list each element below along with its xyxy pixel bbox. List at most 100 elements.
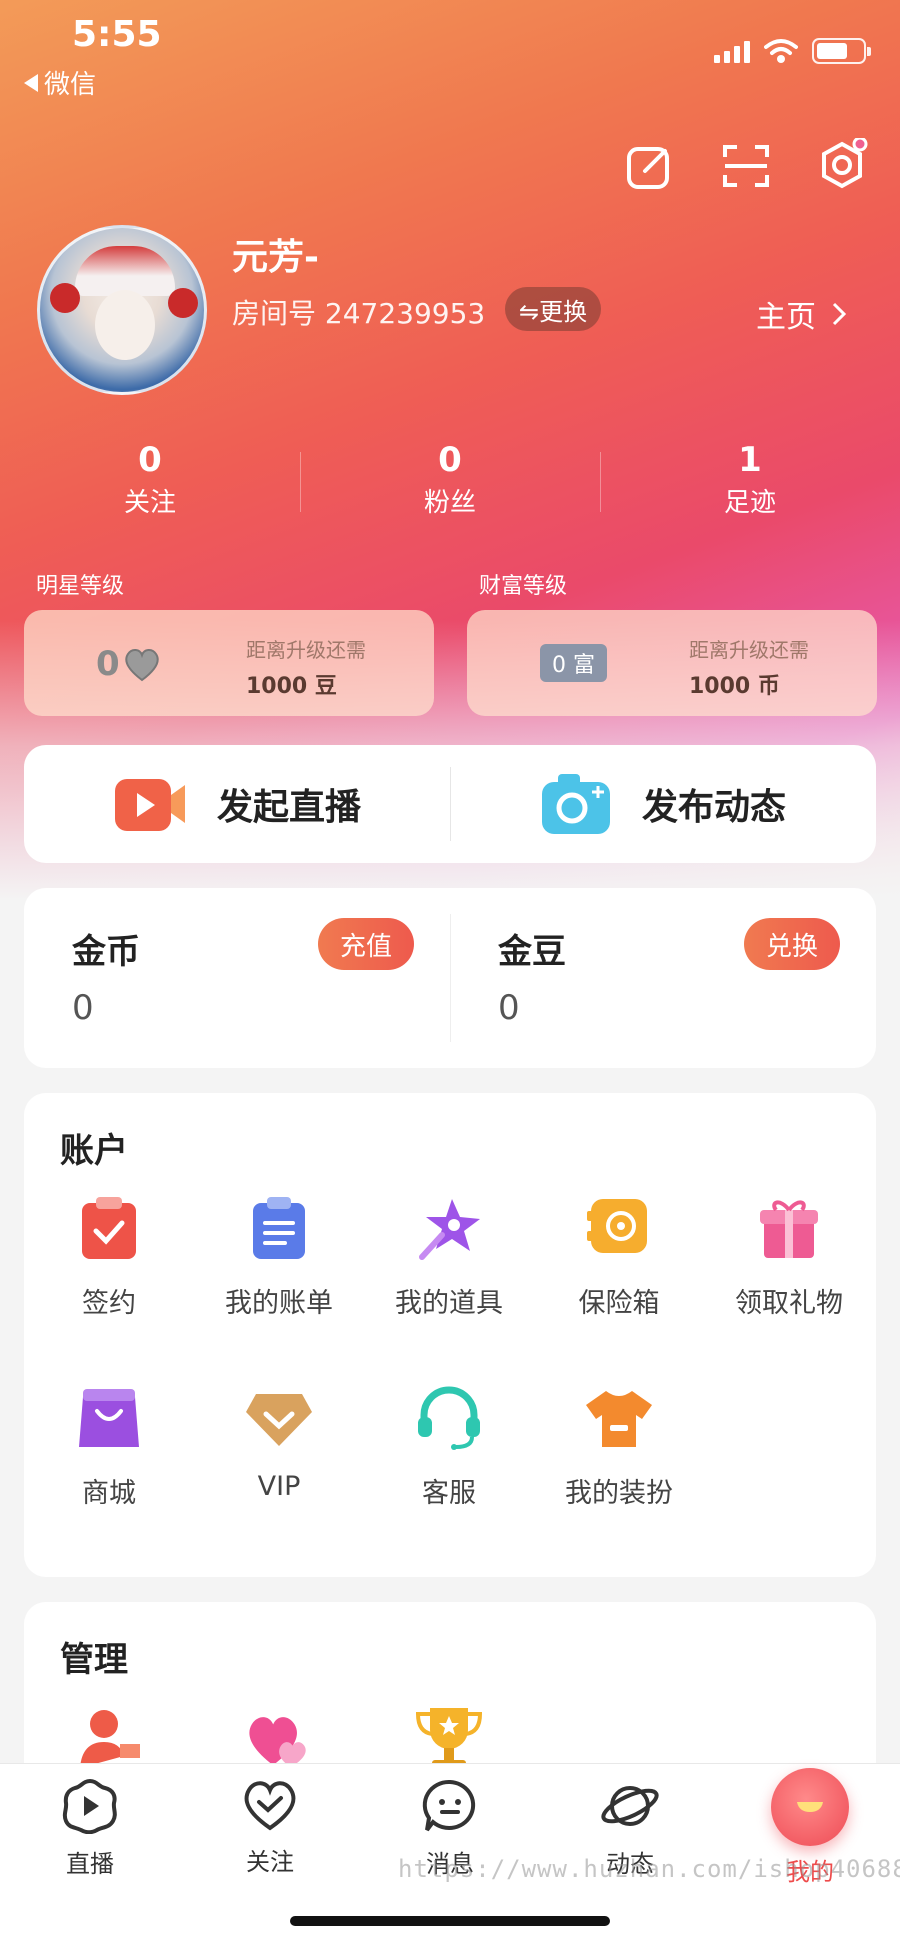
star-level-title: 明星等级 bbox=[36, 574, 125, 599]
tshirt-icon bbox=[584, 1383, 654, 1453]
wealth-level-need: 距离升级还需 bbox=[689, 638, 809, 662]
shop-bag-icon bbox=[74, 1383, 144, 1453]
heart-icon bbox=[124, 649, 159, 682]
person-flag-icon bbox=[74, 1702, 144, 1772]
headset-icon bbox=[414, 1383, 484, 1453]
mine-bubble-icon bbox=[771, 1768, 849, 1846]
management-item-1[interactable] bbox=[24, 1702, 194, 1772]
home-indicator[interactable] bbox=[290, 1916, 610, 1926]
stat-following-count: 0 bbox=[138, 440, 162, 480]
wealth-level-card[interactable]: 0 富 距离升级还需 1000 币 bbox=[467, 610, 877, 716]
account-item-props-label: 我的道具 bbox=[395, 1288, 503, 1319]
stat-fans-label: 粉丝 bbox=[423, 488, 476, 518]
account-item-vip[interactable]: VIP bbox=[194, 1383, 364, 1502]
gold-coin-title: 金币 bbox=[72, 932, 140, 972]
account-item-vip-label: VIP bbox=[257, 1471, 301, 1502]
camera-icon bbox=[541, 774, 610, 834]
wallet-card: 金币 0 充值 金豆 0 兑换 bbox=[24, 888, 876, 1068]
stats-row: 0 关注 0 粉丝 1 足迹 bbox=[0, 440, 900, 520]
contract-icon bbox=[74, 1193, 144, 1263]
bill-icon bbox=[244, 1193, 314, 1263]
trophy-icon bbox=[414, 1702, 484, 1772]
stat-fans-count: 0 bbox=[438, 440, 462, 480]
top-actions bbox=[622, 138, 870, 194]
gold-bean-section: 金豆 0 兑换 bbox=[450, 888, 876, 1068]
homepage-link[interactable]: 主页 bbox=[756, 292, 846, 336]
gold-bean-title: 金豆 bbox=[498, 932, 566, 972]
edit-icon[interactable] bbox=[622, 138, 678, 194]
battery-icon bbox=[812, 38, 871, 64]
account-item-safe-label: 保险箱 bbox=[578, 1288, 660, 1319]
back-label: 微信 bbox=[44, 70, 97, 100]
start-live-button[interactable]: 发起直播 bbox=[24, 745, 450, 863]
switch-button[interactable]: ⇋更换 bbox=[505, 287, 602, 331]
play-flower-icon bbox=[62, 1778, 117, 1835]
heart-check-icon bbox=[244, 1781, 296, 1831]
stat-footprint-label: 足迹 bbox=[723, 488, 776, 518]
scan-icon[interactable] bbox=[718, 138, 774, 194]
star-level-card[interactable]: 0 距离升级还需 1000 豆 bbox=[24, 610, 434, 716]
account-item-bill[interactable]: 我的账单 bbox=[194, 1193, 364, 1320]
account-item-shop[interactable]: 商城 bbox=[24, 1383, 194, 1510]
tab-live[interactable]: 直播 bbox=[30, 1778, 150, 1879]
wifi-icon bbox=[764, 39, 798, 63]
vip-icon bbox=[244, 1383, 314, 1453]
back-to-wechat[interactable]: 微信 bbox=[24, 64, 96, 101]
video-camera-icon bbox=[114, 779, 185, 831]
hearts-icon bbox=[244, 1702, 314, 1772]
planet-icon bbox=[601, 1786, 659, 1826]
tab-follow[interactable]: 关注 bbox=[210, 1778, 330, 1877]
stat-footprint[interactable]: 1 足迹 bbox=[600, 440, 900, 520]
management-item-2[interactable] bbox=[194, 1702, 364, 1772]
account-item-gift[interactable]: 领取礼物 bbox=[704, 1193, 874, 1320]
avatar[interactable] bbox=[37, 225, 207, 395]
recharge-button[interactable]: 充值 bbox=[317, 918, 414, 970]
tab-live-label: 直播 bbox=[66, 1850, 114, 1878]
gold-coin-section: 金币 0 充值 bbox=[24, 888, 450, 1068]
account-item-contract[interactable]: 签约 bbox=[24, 1193, 194, 1320]
safe-icon bbox=[584, 1193, 654, 1263]
exchange-button[interactable]: 兑换 bbox=[743, 918, 840, 970]
gold-bean-value: 0 bbox=[498, 988, 520, 1028]
settings-icon[interactable] bbox=[814, 138, 870, 194]
star-level-need: 距离升级还需 bbox=[246, 638, 366, 662]
system-icons bbox=[714, 38, 871, 64]
management-title: 管理 bbox=[60, 1640, 128, 1680]
start-live-label: 发起直播 bbox=[216, 787, 361, 828]
nickname: 元芳- bbox=[232, 237, 319, 278]
account-item-safe[interactable]: 保险箱 bbox=[534, 1193, 704, 1320]
stat-following-label: 关注 bbox=[123, 488, 176, 518]
star-level-amount: 1000 豆 bbox=[246, 674, 337, 699]
post-moment-label: 发布动态 bbox=[641, 787, 786, 828]
account-item-service[interactable]: 客服 bbox=[364, 1383, 534, 1510]
star-level-badge: 0 bbox=[96, 644, 162, 684]
account-item-service-label: 客服 bbox=[422, 1478, 476, 1509]
status-time: 5:55 bbox=[72, 14, 162, 55]
account-card: 账户 签约 我的账单 我的道具 保险箱 领取礼物 商城 VIP 客服 我的装扮 bbox=[24, 1093, 876, 1577]
account-item-shop-label: 商城 bbox=[82, 1478, 136, 1509]
account-item-gift-label: 领取礼物 bbox=[735, 1288, 843, 1319]
wealth-level-title: 财富等级 bbox=[479, 574, 568, 599]
gift-icon bbox=[754, 1193, 824, 1263]
chevron-right-icon bbox=[832, 302, 846, 326]
signal-icon bbox=[714, 39, 750, 63]
account-item-outfit-label: 我的装扮 bbox=[565, 1478, 673, 1509]
account-item-outfit[interactable]: 我的装扮 bbox=[534, 1383, 704, 1510]
post-moment-button[interactable]: 发布动态 bbox=[450, 745, 876, 863]
account-item-props[interactable]: 我的道具 bbox=[364, 1193, 534, 1320]
star-level-value: 0 bbox=[96, 644, 120, 684]
live-actions-card: 发起直播 发布动态 bbox=[24, 745, 876, 863]
account-item-contract-label: 签约 bbox=[82, 1288, 136, 1319]
management-item-3[interactable] bbox=[364, 1702, 534, 1772]
stat-fans[interactable]: 0 粉丝 bbox=[300, 440, 600, 520]
gold-coin-value: 0 bbox=[72, 988, 94, 1028]
wand-icon bbox=[414, 1193, 484, 1263]
watermark-text: https://www.huzhan.com/ishop40688 bbox=[398, 1855, 900, 1883]
stat-following[interactable]: 0 关注 bbox=[0, 440, 300, 520]
account-item-bill-label: 我的账单 bbox=[225, 1288, 333, 1319]
room-number: 房间号 247239953 bbox=[232, 297, 486, 330]
tab-follow-label: 关注 bbox=[246, 1848, 294, 1876]
back-arrow-icon bbox=[24, 73, 38, 92]
stat-footprint-count: 1 bbox=[738, 440, 762, 480]
wealth-level-amount: 1000 币 bbox=[689, 674, 780, 699]
